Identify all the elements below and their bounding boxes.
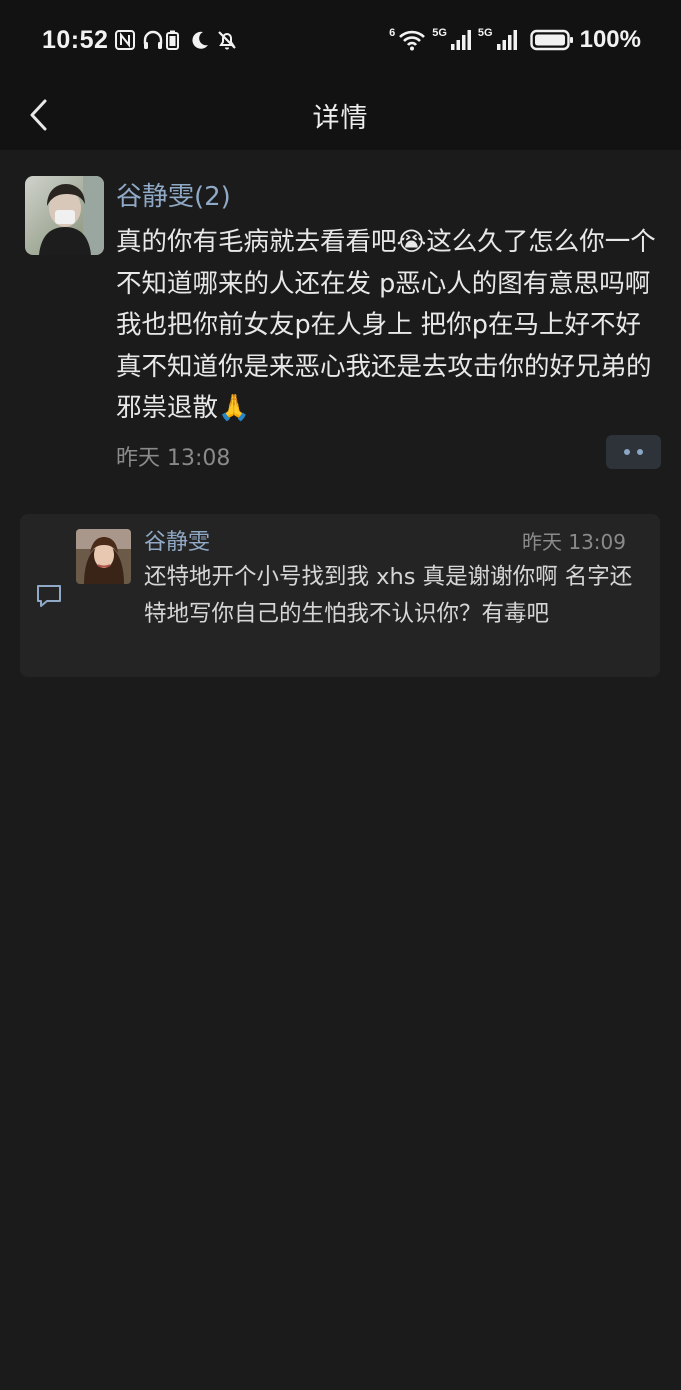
- page-title: 详情: [312, 102, 369, 134]
- reply-text: 还特地开个小号找到我 xhs 真是谢谢你啊 名字还特地写你自己的生怕我不认识你？…: [144, 564, 633, 627]
- more-dots-icon: [624, 449, 630, 455]
- moon-icon: [188, 29, 210, 51]
- comment-bubble-icon: [35, 583, 63, 609]
- nfc-icon: [114, 29, 136, 51]
- status-time: 10:52: [42, 25, 109, 54]
- headphones-battery-icon: [142, 29, 182, 51]
- comment-text: 真的你有毛病就去看看吧😭这么久了怎么你一个不知道哪来的人还在发 p恶心人的图有意…: [116, 227, 656, 423]
- reply-card[interactable]: 谷静雯 昨天 13:09 还特地开个小号找到我 xhs 真是谢谢你啊 名字还特地…: [20, 514, 660, 677]
- battery-icon: [529, 29, 574, 51]
- avatar[interactable]: [25, 176, 104, 255]
- signal-icon: [450, 29, 472, 51]
- network-label: 6: [389, 27, 396, 39]
- network-label: 5G: [477, 27, 493, 39]
- signal-icon: [496, 29, 518, 51]
- reply-timestamp: 昨天 13:09: [522, 530, 626, 554]
- more-dots-icon: [637, 449, 643, 455]
- wifi-icon: [398, 29, 426, 51]
- comment-timestamp: 昨天 13:08: [116, 446, 231, 471]
- battery-percent: 100%: [579, 26, 641, 53]
- status-right: 6 5G 5G 100%: [389, 26, 641, 54]
- status-bar: 10:52 6 5G 5G 100%: [0, 0, 681, 80]
- comment-author[interactable]: 谷静雯(2): [116, 176, 231, 213]
- back-button[interactable]: [18, 92, 58, 138]
- more-button[interactable]: [606, 435, 661, 469]
- status-left: 10:52: [42, 26, 238, 55]
- bell-off-icon: [216, 29, 238, 51]
- nav-bar: 详情: [0, 80, 681, 150]
- chevron-left-icon: [30, 99, 47, 131]
- network-label: 5G: [432, 27, 447, 39]
- avatar[interactable]: [76, 529, 131, 584]
- reply-author[interactable]: 谷静雯: [144, 524, 210, 556]
